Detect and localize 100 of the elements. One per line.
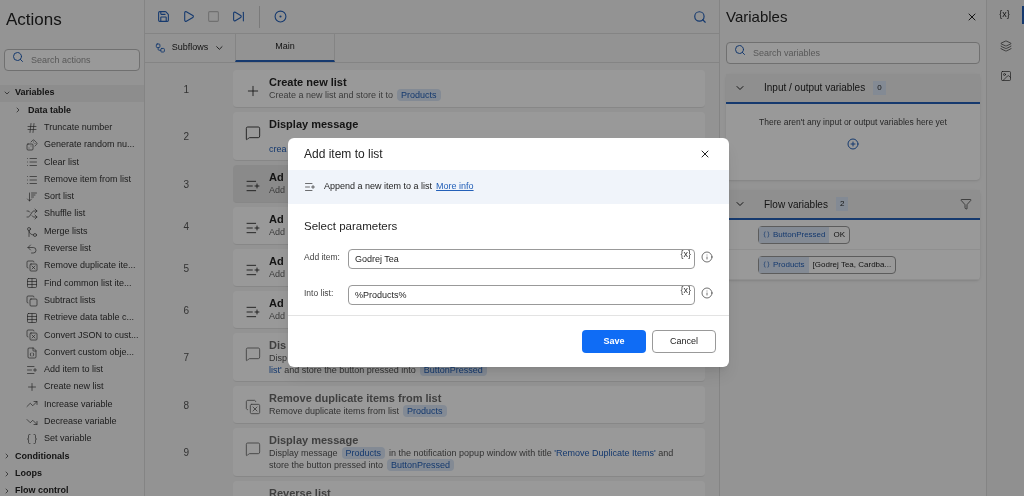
description-text: Add [269,268,285,280]
panel-title: Variables [726,7,788,27]
save-button[interactable] [155,8,172,25]
description-text: Disp [269,352,287,364]
list-plus-icon [26,363,38,376]
description-text: in the notification popup window with title [389,447,552,459]
variable-chip: ButtonPressed [387,459,455,471]
step-title: Ad [269,254,285,268]
group-label: Variables [15,86,55,100]
item-label: Find common list ite... [44,276,132,290]
merge-icon [26,225,38,238]
copy-icon [26,294,38,307]
tree-group[interactable]: Flow control [0,482,144,496]
flow-tab[interactable]: Main [235,34,335,62]
search-field[interactable]: Search variables [726,41,980,64]
action-item[interactable]: Set variable [0,430,144,448]
save-button[interactable]: Save [582,330,646,354]
dice-icon [26,139,38,152]
side-tab[interactable]: {x} [987,6,1024,24]
cancel-button[interactable]: Cancel [652,330,716,354]
action-step[interactable]: Create new list Create a new list and store it to Products [233,70,705,108]
action-item[interactable]: Sort list [0,188,144,206]
action-item[interactable]: Merge lists [0,222,144,241]
item-label: Reverse list [44,242,91,256]
copy-x-icon [26,260,38,273]
description-text: Add [269,310,285,322]
action-item[interactable]: Convert JSON to cust... [0,326,144,344]
file-icon [26,346,38,359]
search-field[interactable]: Search actions [4,48,140,71]
variable-chip: Products [397,89,441,101]
action-item[interactable]: Convert custom obje... [0,343,144,362]
field-label: Add item: [304,250,341,264]
item-label: Sort list [44,190,74,204]
item-label: Remove item from list [44,172,132,186]
action-item[interactable]: Increase variable [0,395,144,414]
variable-button[interactable]: {x} [680,284,691,298]
description-text: and [658,447,674,459]
list-plus-icon [245,220,261,236]
section-header[interactable]: Input / output variables 0 [726,73,980,104]
tree-group[interactable]: Loops [0,465,144,483]
action-item[interactable]: Remove duplicate ite... [0,257,144,275]
item-label: Generate random nu... [44,138,135,152]
tree-group[interactable]: Conditionals [0,447,144,466]
action-item[interactable]: Remove item from list [0,171,144,189]
subflows-dropdown[interactable]: Subflows [145,34,235,62]
variable-item[interactable]: ButtonPressed OK [758,225,851,244]
action-item[interactable]: Data table [0,101,144,120]
step-title: Ad [269,296,285,310]
line-number: 6 [183,303,189,318]
step-title: Ad [269,212,285,226]
line-number: 1 [183,82,189,97]
field-label: Into list: [304,286,335,300]
action-item[interactable]: Clear list [0,153,144,171]
filter-icon[interactable] [960,198,972,211]
action-item[interactable]: Generate random nu... [0,136,144,154]
item-label: Convert JSON to cust... [44,328,139,342]
braces-icon [26,433,38,446]
record-button[interactable] [272,8,289,25]
variable-item[interactable]: Products [Godrej Tea, Cardba... [758,255,897,274]
item-label: Create new list [44,380,104,394]
variable-chip: Products [403,405,447,417]
line-number: 7 [183,351,189,365]
list-plus-icon [245,262,261,278]
action-item[interactable]: Shuffle list [0,205,144,223]
stop-icon [207,10,220,23]
group-label: Flow control [15,484,69,496]
braces-icon [763,231,770,239]
item-label: Set variable [44,432,92,446]
action-item[interactable]: Retrieve data table c... [0,309,144,327]
more-info-link[interactable]: More info [436,180,474,194]
tree-group[interactable]: Variables [0,84,144,102]
action-item[interactable]: Decrease variable [0,413,144,431]
action-item[interactable]: Subtract lists [0,292,144,310]
action-item[interactable]: Truncate number [0,119,144,137]
item-label: Convert custom obje... [44,345,135,359]
variable-button[interactable]: {x} [680,248,691,262]
item-label: Merge lists [44,224,88,238]
list-plus-icon [245,304,261,320]
info-icon [701,251,713,264]
line-number: 3 [183,177,189,192]
section-title: Select parameters [303,219,399,234]
item-label: Increase variable [44,397,113,411]
item-label: Clear list [44,155,79,169]
step-title: Display message [269,433,360,447]
line-number: 9 [183,446,189,460]
description-text: Create a new list and store it to [269,89,394,101]
item-label: Add item to list [44,363,104,377]
list-plus-icon [245,178,261,194]
count-badge: 0 [873,80,886,95]
layers-icon [999,39,1012,52]
action-item[interactable]: Create new list [0,378,144,396]
action-item[interactable]: Find common list ite... [0,274,144,293]
add-icon[interactable] [847,138,859,151]
action-item[interactable]: Add item to list [0,361,144,379]
action-item[interactable]: Reverse list [0,240,144,258]
line-number: 2 [183,130,189,144]
list-plus-icon [304,181,316,193]
line-number: 4 [183,219,189,234]
table-icon [26,277,38,290]
section-header[interactable]: Flow variables 2 [726,190,980,221]
